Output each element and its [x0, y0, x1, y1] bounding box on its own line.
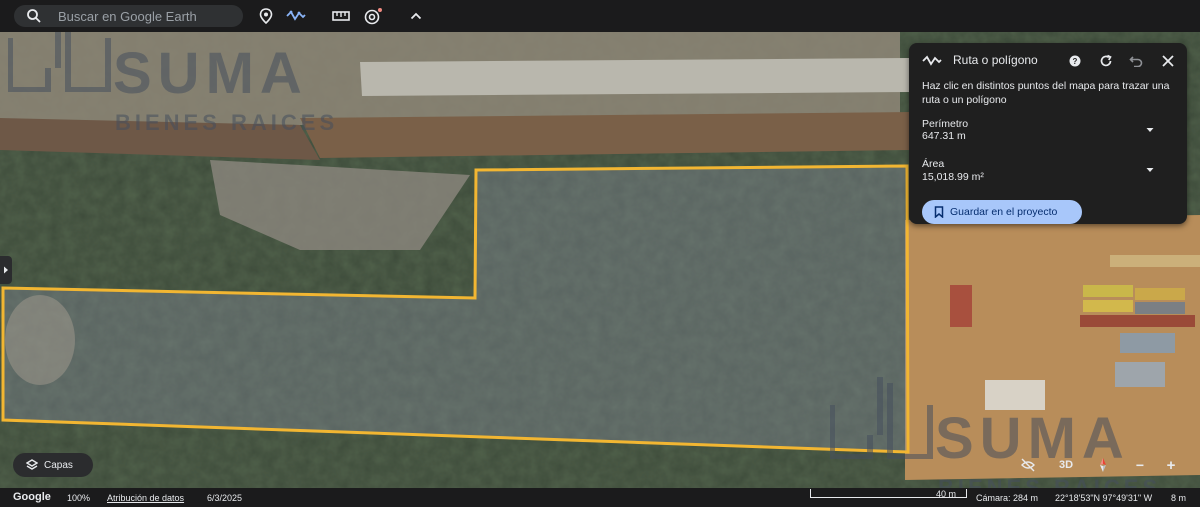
perimeter-unit-dropdown-icon[interactable] [1145, 125, 1155, 135]
historical-imagery-button[interactable] [362, 6, 384, 26]
paved-road [360, 58, 910, 96]
measure-panel: Ruta o polígono ? Haz clic en distintos … [909, 43, 1187, 224]
chevron-right-icon [4, 266, 8, 274]
camera-altitude: Cámara: 284 m [976, 493, 1039, 503]
search-icon [27, 9, 41, 23]
area-unit-dropdown-icon[interactable] [1145, 165, 1155, 175]
watermark-brand: SUMA [113, 41, 308, 106]
status-bar: Google 100% Atribución de datos 6/3/2025… [0, 488, 1200, 507]
toggle-3d-button[interactable]: 3D [1055, 456, 1077, 474]
scale-label: 40 m [936, 489, 957, 499]
bare-patch [5, 295, 75, 385]
top-toolbar [0, 0, 1200, 32]
undo-icon[interactable] [1129, 55, 1143, 67]
place-pin-icon [259, 8, 273, 24]
container-white [1115, 362, 1165, 387]
save-to-project-label: Guardar en el proyecto [950, 206, 1058, 218]
area-value: 15,018.99 m² [922, 171, 984, 183]
tilt-view-icon [1021, 458, 1035, 472]
search-input[interactable] [56, 7, 240, 25]
layers-label: Capas [44, 459, 73, 471]
zoom-level: 100% [67, 493, 91, 503]
measure-panel-header: Ruta o polígono ? [909, 43, 1187, 77]
svg-text:?: ? [1073, 57, 1078, 66]
container-row [1110, 255, 1200, 267]
save-to-project-button[interactable]: Guardar en el proyecto [922, 200, 1082, 224]
history-icon [364, 8, 382, 25]
measure-panel-title: Ruta o polígono [953, 53, 1038, 67]
path-icon [922, 55, 942, 66]
container-blue [1120, 333, 1175, 353]
help-icon[interactable]: ? [1069, 55, 1081, 67]
collapse-toolbar-button[interactable] [405, 6, 427, 26]
draw-path-button[interactable] [285, 6, 307, 26]
layers-button[interactable]: Capas [13, 453, 93, 477]
refresh-icon[interactable] [1099, 54, 1113, 68]
compass-button[interactable] [1093, 456, 1113, 474]
container-yellow [1083, 300, 1133, 312]
path-icon [286, 10, 306, 21]
tilt-button[interactable] [1018, 456, 1038, 474]
measure-instructions: Haz clic en distintos puntos del mapa pa… [922, 80, 1170, 106]
zoom-in-button[interactable]: + [1161, 456, 1181, 474]
suma-logo-mark [830, 377, 933, 459]
container-yellow [1083, 285, 1133, 297]
dirt-road [300, 112, 910, 158]
layers-icon [26, 459, 38, 470]
collapse-up-icon [410, 12, 422, 20]
add-placemark-button[interactable] [255, 6, 277, 26]
cursor-coordinates: 22°18'53"N 97°49'31" W [1055, 493, 1153, 503]
google-logo: Google [13, 491, 51, 503]
search-box[interactable] [14, 5, 243, 27]
measure-button[interactable] [330, 6, 352, 26]
close-icon[interactable] [1162, 55, 1174, 67]
compass-icon [1100, 458, 1106, 472]
container-red [1080, 315, 1195, 327]
imagery-date: 6/3/2025 [207, 493, 243, 503]
data-attribution-link[interactable]: Atribución de datos [107, 493, 184, 503]
bookmark-icon [934, 206, 944, 218]
area-label: Área [922, 158, 945, 170]
side-panel-toggle[interactable] [0, 256, 12, 284]
perimeter-label: Perímetro [922, 118, 969, 130]
container-gray [1135, 302, 1185, 314]
equipment [950, 285, 972, 327]
container-yellow [1135, 288, 1185, 300]
zoom-out-button[interactable]: − [1130, 456, 1150, 474]
perimeter-value: 647.31 m [922, 130, 966, 142]
ruler-icon [332, 11, 350, 21]
ground-elevation: 8 m [1171, 493, 1187, 503]
watermark-tagline: BIENES RAICES [115, 110, 339, 135]
